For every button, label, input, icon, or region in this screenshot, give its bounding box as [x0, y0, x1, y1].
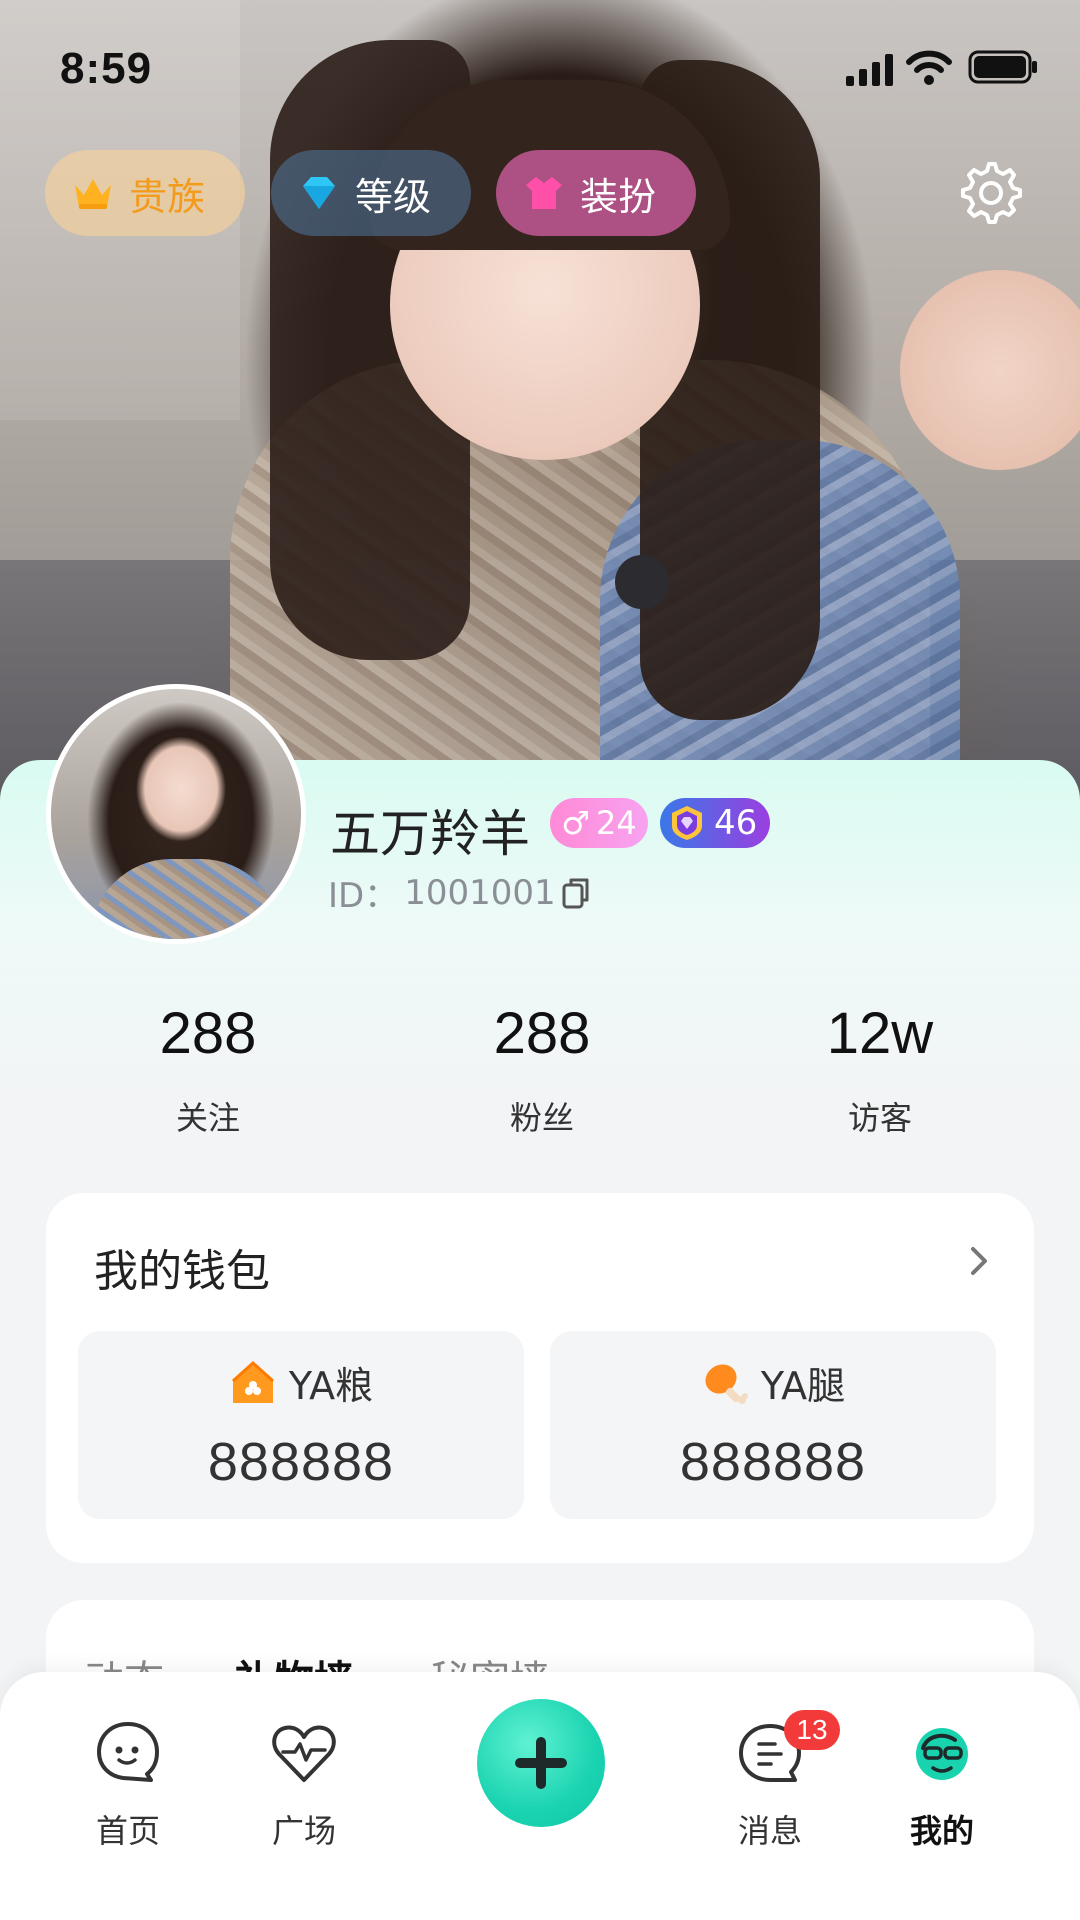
nav-label-messages: 消息: [737, 1812, 802, 1850]
profile-face-icon: [916, 1728, 968, 1780]
settings-gear-icon[interactable]: [958, 160, 1024, 226]
noble-label: 贵族: [129, 174, 206, 219]
wallet-item-ya-grain[interactable]: YA粮 888888: [78, 1331, 524, 1519]
age-value: 24: [595, 804, 637, 842]
crown-icon: [75, 179, 111, 209]
nav-item-square[interactable]: 广场: [234, 1714, 374, 1852]
wallet-item-value: 888888: [207, 1432, 395, 1492]
photo-sweater-button: [615, 555, 669, 609]
level-value: 46: [714, 803, 758, 843]
wallet-item-head: YA腿: [550, 1355, 996, 1410]
stat-following[interactable]: 288 关注: [88, 1000, 328, 1139]
heart-pulse-icon: [272, 1725, 336, 1782]
nav-item-me[interactable]: 我的: [872, 1714, 1012, 1852]
dress-up-label: 装扮: [580, 174, 657, 219]
diamond-icon: [303, 177, 335, 209]
user-id-label: ID：: [328, 876, 399, 916]
wallet-item-name: YA粮: [288, 1364, 374, 1408]
user-id: ID： 1001001: [328, 868, 590, 917]
chat-face-icon: [97, 1722, 159, 1782]
visitors-count: 12w: [826, 1001, 934, 1066]
battery-icon: [968, 50, 1037, 84]
shield-gem-icon: [672, 806, 702, 840]
wallet-item-name: YA腿: [760, 1364, 846, 1408]
wifi-icon: [906, 50, 952, 85]
level-label: 等级: [355, 174, 432, 219]
photo-hand: [900, 270, 1080, 470]
following-label: 关注: [175, 1099, 240, 1137]
fans-label: 粉丝: [509, 1099, 574, 1137]
nav-item-messages[interactable]: 13 消息: [700, 1710, 840, 1852]
stat-visitors[interactable]: 12w 访客: [760, 1000, 1000, 1139]
nav-item-home[interactable]: 首页: [58, 1714, 198, 1852]
level-button[interactable]: 等级: [271, 150, 471, 236]
clothes-icon: [526, 177, 562, 209]
stats-row: 288 关注 288 粉丝 12w 访客: [0, 1000, 1080, 1150]
drumstick-icon: [705, 1363, 748, 1404]
dress-up-button[interactable]: 装扮: [496, 150, 696, 236]
wallet-card[interactable]: 我的钱包 YA粮 888888 YA腿 888888: [46, 1193, 1034, 1563]
stat-fans[interactable]: 288 粉丝: [422, 1000, 662, 1139]
following-count: 288: [159, 1001, 257, 1066]
bottom-nav: 首页 广场 13 消息 我的: [0, 1672, 1080, 1920]
noble-button[interactable]: 贵族: [45, 150, 245, 236]
status-time: 8:59: [60, 44, 153, 93]
status-bar: 8:59: [0, 0, 1080, 130]
copy-icon[interactable]: [562, 877, 590, 909]
chevron-right-icon[interactable]: [968, 1243, 992, 1279]
gender-symbol: ♂: [561, 804, 590, 842]
gender-age-badge: ♂ 24: [550, 798, 648, 848]
create-post-button[interactable]: [477, 1699, 605, 1827]
signal-icon: [846, 54, 893, 86]
level-badge[interactable]: 46: [660, 798, 770, 848]
nav-label-square: 广场: [271, 1812, 336, 1850]
avatar-sweater: [91, 859, 281, 939]
messages-badge: 13: [784, 1710, 840, 1750]
wallet-item-head: YA粮: [78, 1355, 524, 1410]
nickname: 五万羚羊: [330, 805, 530, 863]
house-coin-icon: [231, 1360, 274, 1403]
wallet-item-value: 888888: [679, 1432, 867, 1492]
user-id-value: 1001001: [404, 872, 556, 913]
avatar[interactable]: [46, 684, 306, 944]
wallet-title: 我的钱包: [94, 1246, 270, 1297]
nav-label-home: 首页: [95, 1812, 160, 1850]
plus-icon: [515, 1737, 567, 1789]
fans-count: 288: [493, 1001, 591, 1066]
wallet-item-ya-leg[interactable]: YA腿 888888: [550, 1331, 996, 1519]
visitors-label: 访客: [847, 1099, 912, 1137]
nav-label-me: 我的: [909, 1812, 974, 1850]
